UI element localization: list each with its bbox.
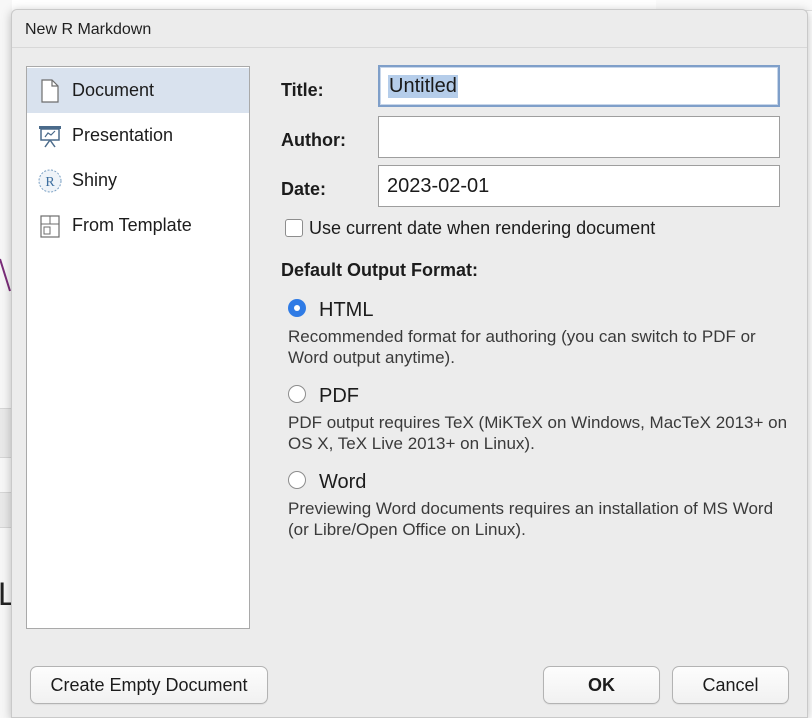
use-current-date-label[interactable]: Use current date when rendering document (309, 218, 655, 239)
date-label: Date: (281, 179, 327, 199)
shiny-r-icon: R (38, 169, 62, 193)
create-empty-document-button[interactable]: Create Empty Document (30, 666, 268, 704)
sidebar-item-shiny[interactable]: R Shiny (27, 158, 249, 203)
word-description: Previewing Word documents requires an in… (288, 499, 774, 539)
title-label: Title: (281, 80, 324, 100)
sidebar-item-label: Presentation (72, 125, 174, 145)
sidebar-item-label: From Template (72, 215, 192, 235)
sidebar-item-label: Document (72, 80, 155, 100)
ok-button[interactable]: OK (543, 666, 660, 704)
cancel-button[interactable]: Cancel (672, 666, 789, 704)
sidebar-item-document[interactable]: Document (27, 68, 249, 113)
use-current-date-checkbox[interactable] (285, 219, 303, 237)
pdf-radio-label[interactable]: PDF (319, 385, 359, 408)
dialog-title: New R Markdown (25, 21, 152, 38)
dialog-titlebar: New R Markdown (12, 10, 807, 48)
pdf-radio[interactable] (288, 385, 306, 403)
author-input[interactable] (378, 116, 780, 158)
word-radio[interactable] (288, 471, 306, 489)
sidebar-item-presentation[interactable]: Presentation (27, 113, 249, 158)
template-icon (40, 215, 60, 238)
sidebar-item-label: Shiny (72, 170, 118, 190)
html-description: Recommended format for authoring (you ca… (288, 327, 756, 367)
template-type-list: Document Presentation R Shiny From Templ… (26, 66, 250, 629)
date-input-value: 2023-02-01 (387, 174, 490, 197)
date-input[interactable]: 2023-02-01 (378, 165, 780, 207)
title-input[interactable]: Untitled (378, 65, 780, 107)
author-label: Author: (281, 130, 346, 150)
html-radio-label[interactable]: HTML (319, 299, 373, 322)
default-output-format-heading: Default Output Format: (281, 260, 478, 280)
word-radio-label[interactable]: Word (319, 471, 366, 494)
presentation-icon (39, 126, 61, 148)
svg-text:R: R (45, 175, 55, 190)
html-radio[interactable] (288, 299, 306, 317)
new-r-markdown-dialog: New R Markdown Document Presentation R S… (11, 9, 808, 718)
document-icon (41, 79, 59, 103)
title-input-value: Untitled (388, 74, 458, 98)
sidebar-item-from-template[interactable]: From Template (27, 203, 249, 248)
pdf-description: PDF output requires TeX (MiKTeX on Windo… (288, 413, 788, 453)
